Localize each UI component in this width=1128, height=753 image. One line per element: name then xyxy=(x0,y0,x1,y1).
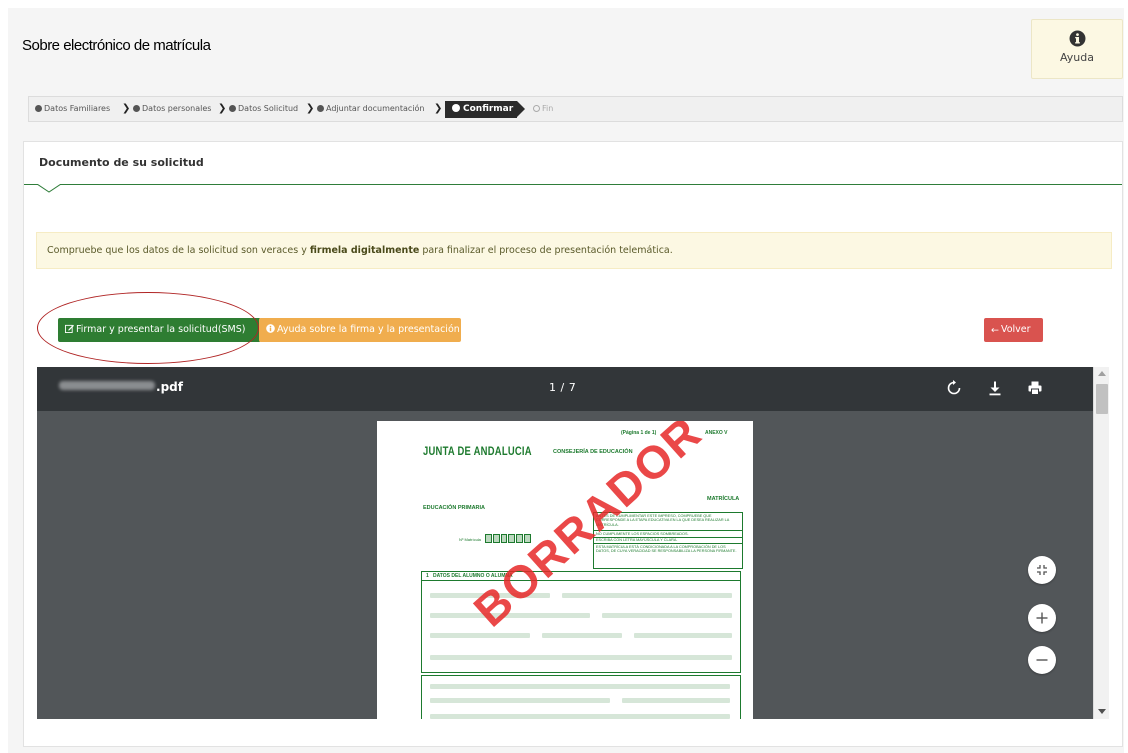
section-student-data: 1 DATOS DEL ALUMNO O ALUMNA xyxy=(421,571,741,581)
circle-outline-icon xyxy=(533,104,540,112)
print-icon[interactable] xyxy=(1027,380,1043,396)
chevron-right-icon: ❯ xyxy=(434,103,443,114)
pdf-page-preview: (Página 1 de 1) ANEXO V JUNTA DE ANDALUC… xyxy=(377,421,753,719)
matricula-number-label: Nº Matrícula xyxy=(459,537,481,542)
form-field xyxy=(634,633,732,638)
zoom-in-button[interactable] xyxy=(1028,604,1056,632)
form-type-label: MATRÍCULA xyxy=(707,496,740,502)
chevron-right-icon: ❯ xyxy=(306,103,315,114)
help-label: Ayuda xyxy=(1060,51,1094,64)
form-field xyxy=(542,633,622,638)
check-circle-icon xyxy=(229,104,236,112)
page: Sobre electrónico de matrícula Ayuda Dat… xyxy=(8,8,1124,753)
alert-emphasis: firmela digitalmente xyxy=(309,245,420,256)
title-bar: Sobre electrónico de matrícula Ayuda xyxy=(8,8,1124,88)
form-field xyxy=(602,613,732,618)
chevron-right-icon: ❯ xyxy=(218,103,227,114)
check-circle-icon xyxy=(35,104,42,112)
signature-help-button[interactable]: Ayuda sobre la firma y la presentación xyxy=(259,318,461,342)
minus-icon xyxy=(1036,659,1048,661)
panel-notch-arrow xyxy=(37,184,61,193)
document-panel: Documento de su solicitud Compruebe que … xyxy=(23,141,1123,747)
scrollbar-thumb[interactable] xyxy=(1096,384,1108,414)
page-title: Sobre electrónico de matrícula xyxy=(22,37,211,54)
zoom-out-button[interactable] xyxy=(1028,646,1056,674)
form-field xyxy=(430,698,610,703)
rotate-icon[interactable] xyxy=(946,380,962,396)
anexo-label: ANEXO V xyxy=(705,430,728,436)
education-level-label: EDUCACIÓN PRIMARIA xyxy=(423,505,486,511)
sign-and-submit-button[interactable]: Firmar y presentar la solicitud(SMS) xyxy=(58,318,261,342)
arrow-left-icon: ← xyxy=(991,325,999,336)
edit-icon xyxy=(65,324,74,333)
form-field xyxy=(562,593,732,598)
form-field xyxy=(430,655,732,660)
scroll-up-arrow-icon[interactable] xyxy=(1098,371,1106,376)
page-indicator: 1 / 7 xyxy=(549,381,577,394)
info-circle-icon xyxy=(266,324,275,333)
pdf-toolbar: .pdf 1 / 7 xyxy=(37,367,1093,411)
wizard-step-adjuntar-documentacion[interactable]: Adjuntar documentación xyxy=(317,97,425,121)
wizard-step-fin: Fin xyxy=(533,97,553,121)
instruction-alert: Compruebe que los datos de la solicitud … xyxy=(36,232,1112,269)
fit-page-icon xyxy=(1037,565,1047,575)
second-section xyxy=(421,675,741,719)
chevron-right-icon: ❯ xyxy=(122,103,131,114)
wizard-step-datos-familiares[interactable]: Datos Familiares xyxy=(35,97,110,121)
fit-page-button[interactable] xyxy=(1028,556,1056,584)
plus-icon xyxy=(1036,612,1048,624)
form-field xyxy=(622,698,730,703)
pdf-file-name: .pdf xyxy=(59,380,183,394)
wizard-step-datos-solicitud[interactable]: Datos Solicitud xyxy=(229,97,298,121)
help-button[interactable]: Ayuda xyxy=(1031,19,1123,79)
circle-icon xyxy=(452,103,460,112)
check-circle-icon xyxy=(133,104,140,112)
junta-andalucia-logo: JUNTA DE ANDALUCIA xyxy=(423,446,532,458)
info-circle-icon xyxy=(1069,30,1085,47)
pdf-viewer[interactable]: .pdf 1 / 7 (Página 1 de 1) ANEXO V JUNTA… xyxy=(37,367,1109,719)
wizard-step-datos-personales[interactable]: Datos personales xyxy=(133,97,211,121)
form-field xyxy=(430,684,730,689)
download-icon[interactable] xyxy=(987,380,1003,396)
scroll-down-arrow-icon[interactable] xyxy=(1098,709,1106,714)
back-button[interactable]: ← Volver xyxy=(984,318,1043,342)
wizard-breadcrumb: Datos Familiares ❯ Datos personales ❯ Da… xyxy=(28,96,1123,122)
form-field xyxy=(430,633,530,638)
form-field xyxy=(430,714,730,719)
wizard-step-confirmar[interactable]: Confirmar xyxy=(445,101,525,118)
check-circle-icon xyxy=(317,104,324,112)
redacted-filename xyxy=(59,381,155,390)
viewer-scrollbar[interactable] xyxy=(1093,367,1109,719)
panel-header: Documento de su solicitud xyxy=(24,142,1122,185)
panel-title: Documento de su solicitud xyxy=(39,156,204,169)
